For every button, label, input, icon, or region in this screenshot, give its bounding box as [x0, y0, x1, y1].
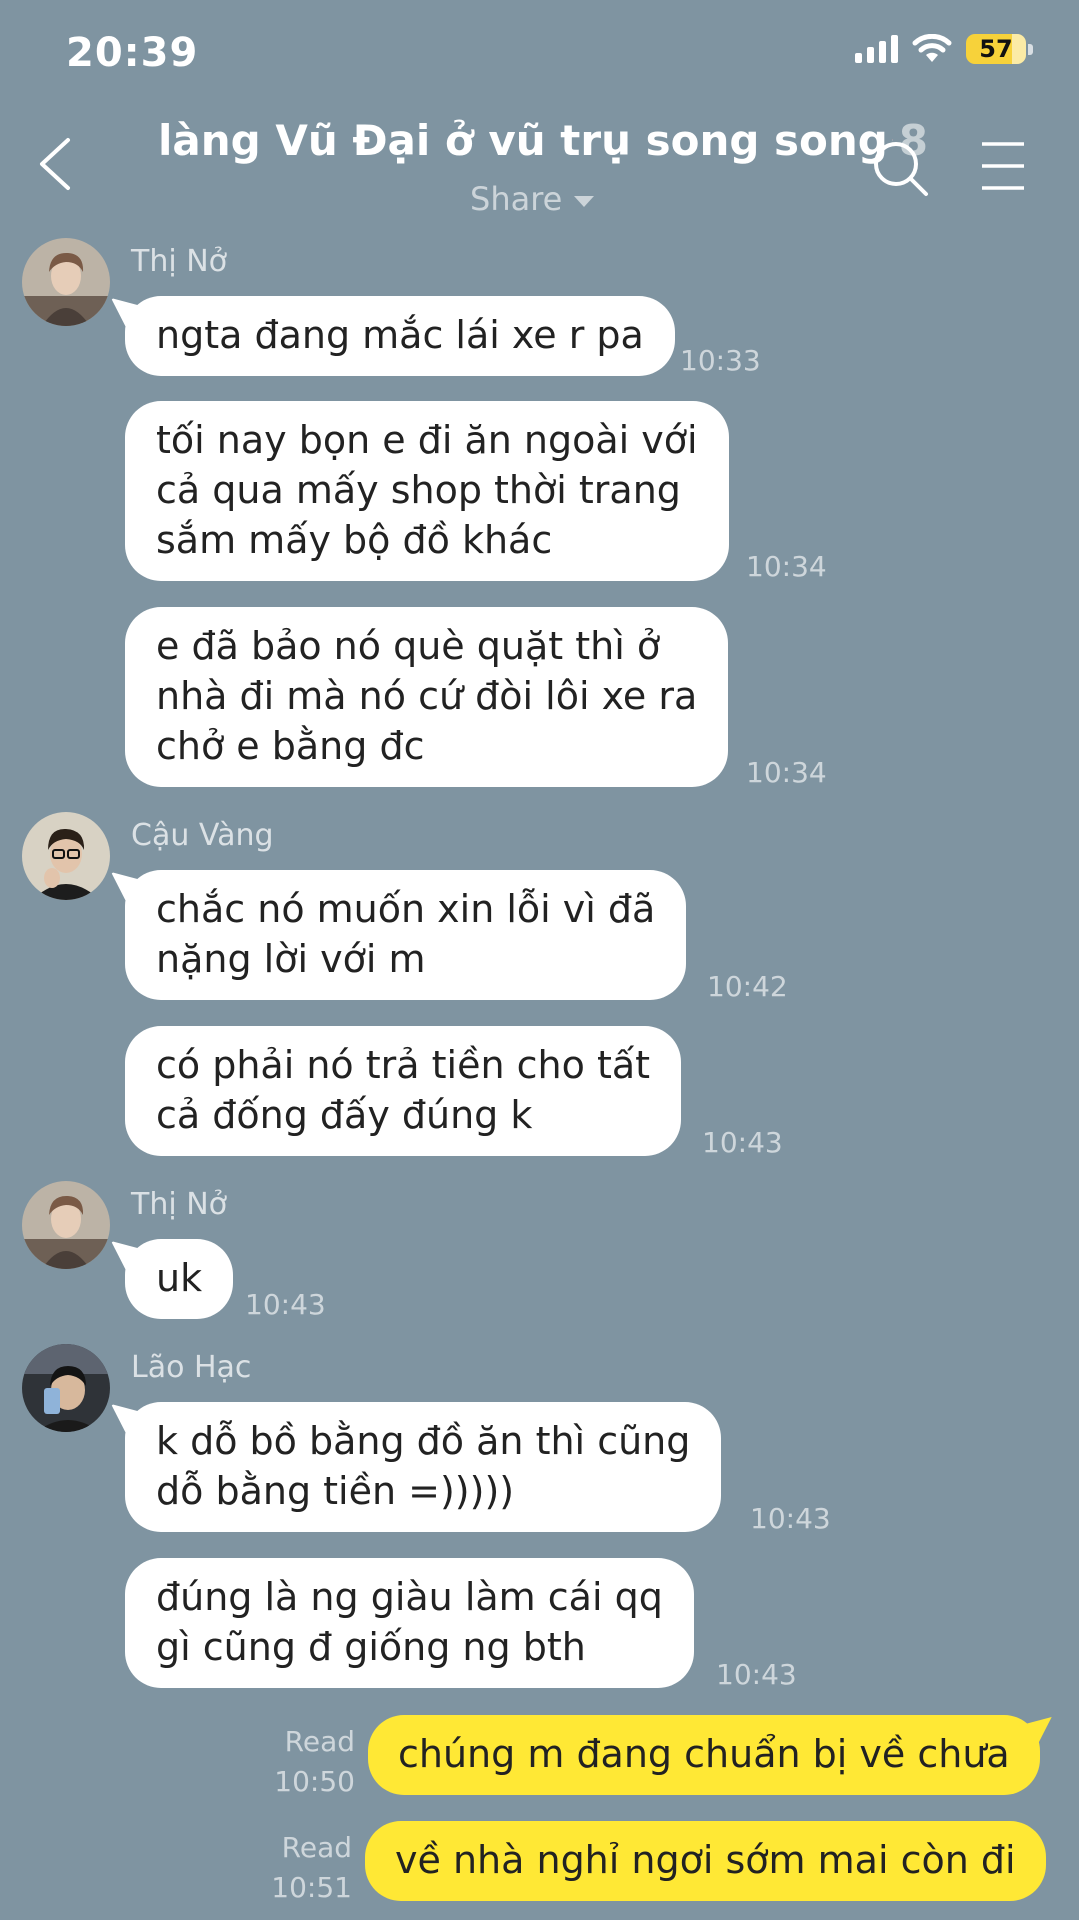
read-receipt: Read 10:50 [270, 1722, 355, 1802]
message-line: cả qua mấy shop thời trang [156, 468, 681, 512]
message-line: nhà đi mà nó cứ đòi lôi xe ra [156, 674, 698, 718]
back-arrow-icon[interactable] [28, 132, 78, 196]
avatar-thi-no[interactable] [22, 1181, 110, 1269]
message-line: nặng lời với m [156, 937, 426, 981]
chat-title-text: làng Vũ Đại ở vũ trụ song song [158, 115, 888, 165]
menu-icon[interactable] [980, 140, 1026, 192]
read-receipt: Read 10:51 [266, 1828, 352, 1908]
message-bubble[interactable]: ngta đang mắc lái xe r pa [125, 296, 675, 376]
sender-name: Cậu Vàng [131, 818, 274, 853]
battery-level: 57 [979, 35, 1013, 63]
wifi-icon [912, 34, 952, 62]
read-label: Read [281, 1831, 352, 1864]
message-time: 10:43 [702, 1126, 783, 1159]
message-line: dỗ bằng tiền =))))) [156, 1469, 515, 1513]
sender-name: Thị Nở [131, 1187, 228, 1222]
message-bubble[interactable]: chắc nó muốn xin lỗi vì đã nặng lời với … [125, 870, 687, 1000]
outgoing-message-bubble[interactable]: về nhà nghỉ ngơi sớm mai còn đi [365, 1821, 1046, 1901]
status-icons: 57 [855, 34, 1033, 64]
message-line: chở e bằng đc [156, 724, 425, 768]
message-time: 10:33 [680, 344, 761, 377]
caret-down-icon [574, 195, 595, 207]
sender-name: Lão Hạc [131, 1350, 252, 1385]
outgoing-message-bubble[interactable]: chúng m đang chuẩn bị về chưa [368, 1715, 1040, 1795]
message-time: 10:34 [746, 550, 827, 583]
message-line: tối nay bọn e đi ăn ngoài với [156, 418, 698, 462]
message-time: 10:34 [746, 756, 827, 789]
message-line: sắm mấy bộ đồ khác [156, 518, 553, 562]
search-icon[interactable] [870, 138, 932, 200]
avatar-thi-no[interactable] [22, 238, 110, 326]
message-line: uk [156, 1256, 203, 1300]
status-time: 20:39 [66, 30, 199, 76]
message-time: 10:50 [274, 1765, 355, 1798]
read-label: Read [284, 1725, 355, 1758]
message-line: e đã bảo nó què quặt thì ở [156, 624, 661, 668]
message-time: 10:43 [750, 1502, 831, 1535]
message-line: gì cũng đ giống ng bth [156, 1625, 586, 1669]
message-bubble[interactable]: tối nay bọn e đi ăn ngoài với cả qua mấy… [125, 401, 729, 581]
battery-icon: 57 [966, 34, 1033, 64]
message-line: chắc nó muốn xin lỗi vì đã [156, 887, 656, 931]
avatar-lao-hac[interactable] [22, 1344, 110, 1432]
message-bubble[interactable]: đúng là ng giàu làm cái qq gì cũng đ giố… [125, 1558, 694, 1688]
chat-title[interactable]: làng Vũ Đại ở vũ trụ song song 8 [158, 114, 928, 166]
message-line: chúng m đang chuẩn bị về chưa [398, 1732, 1010, 1776]
message-time: 10:51 [271, 1871, 352, 1904]
message-line: có phải nó trả tiền cho tất [156, 1043, 651, 1087]
share-label: Share [470, 180, 563, 218]
message-bubble[interactable]: uk [125, 1239, 234, 1319]
avatar-cau-vang[interactable] [22, 812, 110, 900]
message-line: k dỗ bồ bằng đồ ăn thì cũng [156, 1419, 691, 1463]
message-time: 10:42 [707, 970, 788, 1003]
message-bubble[interactable]: k dỗ bồ bằng đồ ăn thì cũng dỗ bằng tiền… [125, 1402, 722, 1532]
message-bubble[interactable]: có phải nó trả tiền cho tất cả đống đấy … [125, 1026, 682, 1156]
message-bubble[interactable]: e đã bảo nó què quặt thì ở nhà đi mà nó … [125, 607, 729, 787]
signal-icon [855, 35, 898, 63]
message-line: đúng là ng giàu làm cái qq [156, 1575, 663, 1619]
message-line: về nhà nghỉ ngơi sớm mai còn đi [395, 1838, 1016, 1882]
sender-name: Thị Nở [131, 244, 228, 279]
message-line: ngta đang mắc lái xe r pa [156, 313, 644, 357]
message-time: 10:43 [245, 1288, 326, 1321]
share-dropdown[interactable]: Share [470, 180, 595, 218]
message-line: cả đống đấy đúng k [156, 1093, 533, 1137]
message-time: 10:43 [716, 1658, 797, 1691]
